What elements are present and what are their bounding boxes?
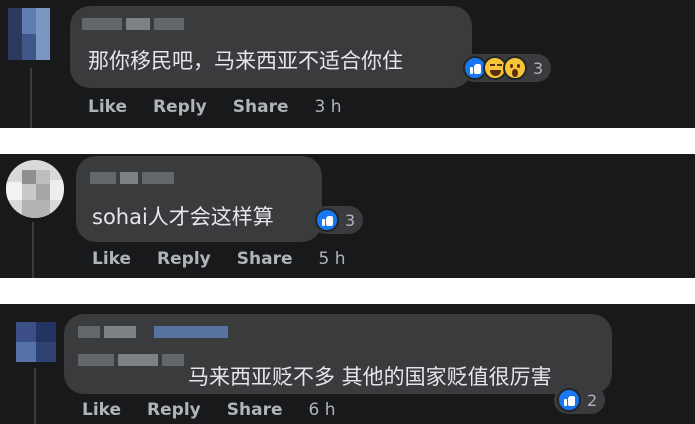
reply-button[interactable]: Reply	[153, 97, 207, 117]
avatar[interactable]	[6, 160, 64, 218]
author-name-blurred[interactable]	[154, 326, 228, 338]
comment-text: 马来西亚贬不多 其他的国家贬值很厉害	[188, 365, 552, 389]
author-name-blurred[interactable]	[126, 18, 150, 30]
comment-text: 那你移民吧，马来西亚不适合你住	[88, 49, 403, 73]
author-name-blurred[interactable]	[78, 354, 114, 366]
comment-actions: Like Reply Share 3 h	[88, 97, 341, 117]
reaction-count: 3	[533, 58, 544, 78]
reactions-summary[interactable]: 3	[460, 54, 552, 82]
comment-panel-3: 马来西亚贬不多 其他的国家贬值很厉害 2 Like Reply Share 6 …	[0, 304, 695, 424]
like-icon	[315, 208, 339, 232]
timestamp[interactable]: 6 h	[308, 400, 335, 420]
comment-panel-1: 那你移民吧，马来西亚不适合你住 3 Like Reply Share 3 h	[0, 0, 695, 128]
like-button[interactable]: Like	[88, 97, 127, 117]
reply-button[interactable]: Reply	[147, 400, 201, 420]
author-name-blurred[interactable]	[120, 172, 138, 184]
like-button[interactable]: Like	[82, 400, 121, 420]
comment-panel-2: sohai人才会这样算 3 Like Reply Share 5 h	[0, 154, 695, 278]
author-name-blurred[interactable]	[142, 172, 174, 184]
author-name-blurred[interactable]	[90, 172, 116, 184]
reaction-count: 2	[587, 390, 598, 410]
comment-bubble: sohai人才会这样算	[76, 156, 322, 242]
avatar[interactable]	[8, 8, 50, 60]
author-name-blurred[interactable]	[154, 18, 184, 30]
comment-text: sohai人才会这样算	[92, 205, 274, 229]
wow-icon	[503, 56, 527, 80]
reply-button[interactable]: Reply	[157, 249, 211, 269]
reaction-count: 3	[345, 210, 356, 230]
timestamp[interactable]: 5 h	[318, 249, 345, 269]
comment-bubble: 那你移民吧，马来西亚不适合你住	[70, 6, 472, 88]
author-name-blurred[interactable]	[82, 18, 122, 30]
share-button[interactable]: Share	[233, 97, 289, 117]
author-name-blurred[interactable]	[162, 354, 184, 366]
author-name-blurred[interactable]	[104, 326, 136, 338]
comment-actions: Like Reply Share 5 h	[92, 249, 345, 269]
author-name-blurred[interactable]	[118, 354, 158, 366]
like-button[interactable]: Like	[92, 249, 131, 269]
avatar[interactable]	[16, 322, 56, 362]
like-icon	[557, 388, 581, 412]
thread-line	[32, 222, 34, 278]
thread-line	[34, 368, 36, 424]
author-name-blurred[interactable]	[78, 326, 100, 338]
comment-actions: Like Reply Share 6 h	[82, 400, 335, 420]
timestamp[interactable]: 3 h	[314, 97, 341, 117]
share-button[interactable]: Share	[227, 400, 283, 420]
comment-bubble: 马来西亚贬不多 其他的国家贬值很厉害	[64, 314, 612, 394]
reactions-summary[interactable]: 3	[312, 206, 364, 234]
reactions-summary[interactable]: 2	[554, 386, 606, 414]
thread-line	[30, 68, 32, 128]
share-button[interactable]: Share	[237, 249, 293, 269]
